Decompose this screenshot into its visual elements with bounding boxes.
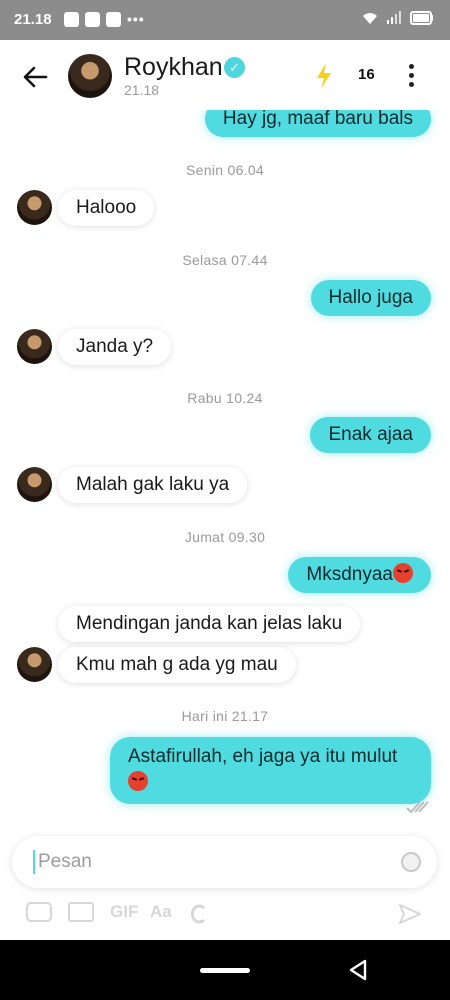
- text-cursor: [33, 850, 35, 874]
- text-style-button[interactable]: Aa: [150, 902, 172, 922]
- sender-avatar[interactable]: [17, 190, 52, 225]
- battery-icon: [410, 11, 433, 25]
- message-composer: [12, 836, 437, 888]
- signal-icon: [387, 11, 401, 24]
- system-navigation-bar: [0, 940, 450, 1000]
- message-incoming[interactable]: Malah gak laku ya: [58, 467, 248, 503]
- angry-face-emoji-icon: [128, 771, 148, 791]
- date-separator: Jumat 09.30: [184, 529, 266, 545]
- read-receipt-icon: [406, 801, 429, 814]
- more-notifications-icon: •••: [127, 11, 145, 27]
- emoji-icon[interactable]: [401, 852, 421, 872]
- more-options-icon[interactable]: [405, 64, 417, 90]
- mention-icon[interactable]: [190, 904, 208, 924]
- streak-count: 16: [358, 66, 375, 83]
- camera-icon[interactable]: [26, 902, 52, 922]
- contact-name[interactable]: Roykhan: [124, 53, 223, 82]
- date-separator: Hari ini 21.17: [181, 708, 269, 724]
- message-outgoing[interactable]: Hallo juga: [310, 280, 431, 316]
- status-bar: 21.18 •••: [0, 0, 450, 40]
- message-input[interactable]: [38, 844, 368, 880]
- system-icons: [362, 11, 434, 25]
- wifi-icon: [363, 13, 377, 24]
- lightning-icon[interactable]: [314, 62, 334, 90]
- message-incoming[interactable]: Janda y?: [58, 329, 172, 365]
- contact-avatar[interactable]: [68, 54, 112, 98]
- message-incoming[interactable]: Kmu mah g ada yg mau: [58, 647, 296, 683]
- sender-avatar[interactable]: [17, 647, 52, 682]
- message-incoming[interactable]: Halooo: [58, 190, 155, 226]
- angry-face-emoji-icon: [393, 563, 413, 583]
- back-arrow-icon[interactable]: [20, 62, 50, 92]
- chat-header: Roykhan ✓ 21.18 16: [0, 40, 450, 110]
- message-outgoing[interactable]: Enak ajaa: [310, 417, 431, 453]
- sender-avatar[interactable]: [17, 329, 52, 364]
- send-icon[interactable]: [398, 902, 422, 926]
- date-separator: Senin 06.04: [185, 162, 265, 178]
- date-separator: Selasa 07.44: [182, 252, 268, 268]
- verified-icon: ✓: [224, 57, 245, 78]
- home-pill-icon[interactable]: [200, 968, 250, 973]
- status-time: 21.18: [14, 11, 52, 28]
- message-list[interactable]: Hay jg, maaf baru bals Senin 06.04 Haloo…: [0, 110, 450, 822]
- gif-button[interactable]: GIF: [110, 902, 138, 922]
- message-outgoing[interactable]: Hay jg, maaf baru bals: [204, 110, 431, 137]
- message-outgoing[interactable]: Astafirullah, eh jaga ya itu mulut: [110, 737, 431, 804]
- youtube-icon: [106, 11, 121, 27]
- message-text: Mksdnyaa: [306, 564, 393, 585]
- chat-icon: [64, 11, 79, 27]
- message-text: Astafirullah, eh jaga ya itu mulut: [128, 746, 398, 767]
- sender-avatar[interactable]: [17, 467, 52, 502]
- date-separator: Rabu 10.24: [187, 390, 263, 406]
- message-outgoing[interactable]: Mksdnyaa: [288, 557, 431, 593]
- last-seen: 21.18: [124, 82, 160, 98]
- facebook-icon: [85, 11, 100, 27]
- gallery-icon[interactable]: [68, 902, 94, 922]
- system-back-icon[interactable]: [346, 958, 370, 982]
- message-incoming[interactable]: Mendingan janda kan jelas laku: [58, 606, 361, 642]
- attachment-toolbar: GIF Aa: [0, 900, 450, 930]
- notification-icons: •••: [64, 11, 145, 27]
